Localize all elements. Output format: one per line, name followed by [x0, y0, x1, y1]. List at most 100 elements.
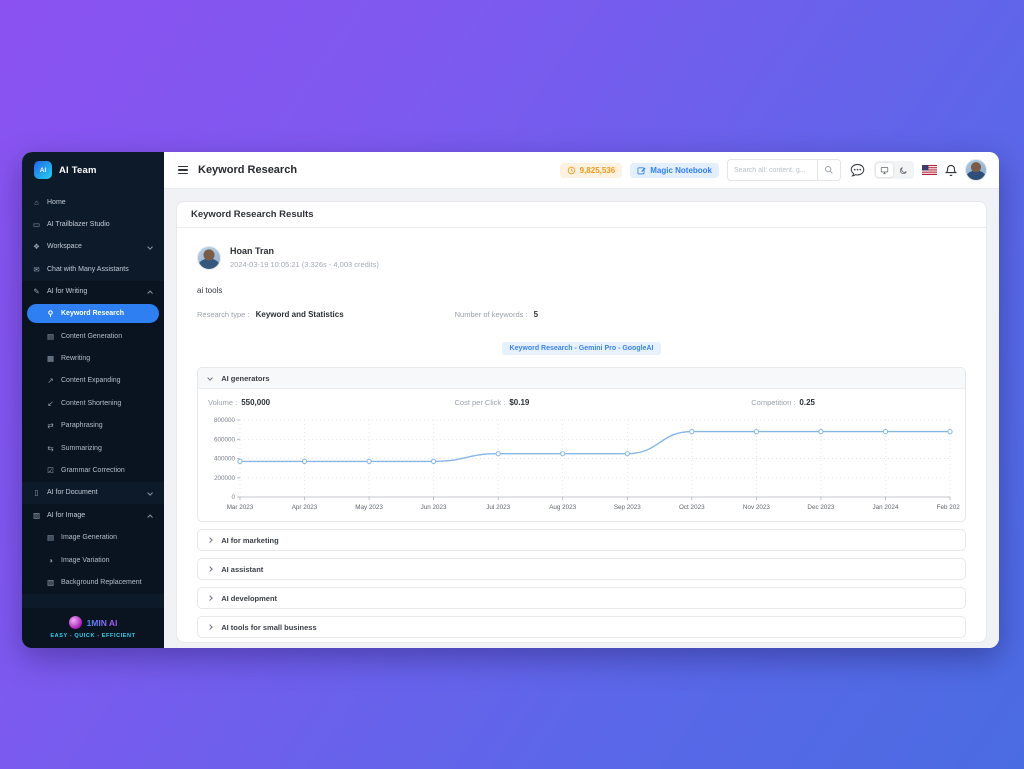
svg-text:Nov 2023: Nov 2023 [743, 504, 770, 511]
chevron-right-icon [207, 537, 213, 543]
sidebar-toggle-icon[interactable] [176, 164, 190, 176]
content-generation-icon: ▤ [46, 332, 55, 341]
workspace-icon: ❖ [32, 242, 41, 251]
magic-notebook-label: Magic Notebook [650, 166, 712, 175]
svg-text:Sep 2023: Sep 2023 [614, 504, 641, 511]
sidebar-item-label: Content Generation [61, 333, 122, 340]
research-meta-row: Research type : Keyword and Statistics N… [197, 310, 966, 319]
summarizing-icon: ⇆ [46, 444, 55, 453]
accordion-ai-for-marketing: AI for marketing [197, 529, 966, 551]
accordion-ai-assistant-header[interactable]: AI assistant [198, 559, 965, 579]
sidebar-footer: 1MIN AI EASY - QUICK - EFFICIENT [22, 608, 164, 648]
nav-group-writing: ✎AI for Writing⚲Keyword Research ▤ Content… [22, 281, 164, 482]
svg-text:Aug 2023: Aug 2023 [549, 504, 576, 511]
svg-text:Apr 2023: Apr 2023 [292, 504, 318, 511]
svg-text:Dec 2023: Dec 2023 [807, 504, 834, 511]
sidebar-item-image-generation[interactable]: ▤Image Generation [22, 526, 164, 548]
home-icon: ⌂ [32, 198, 41, 207]
model-badge[interactable]: Keyword Research - Gemini Pro - GoogleAI [502, 342, 662, 355]
sidebar-nav: ⌂Home▭AI Trailblazer Studio ❖ Workspace ✉ Ch… [22, 187, 164, 608]
accordion-ai-assistant: AI assistant [197, 558, 966, 580]
sidebar-item-ai-trailblazer-studio[interactable]: ▭AI Trailblazer Studio [22, 213, 164, 235]
sidebar-item-image-variation[interactable]: ◑Image Variation [22, 549, 164, 571]
search-input[interactable] [728, 167, 817, 174]
svg-text:Jan 2024: Jan 2024 [873, 504, 899, 511]
author-avatar [197, 246, 221, 270]
sidebar-item-label: Chat with Many Assistants [47, 266, 129, 273]
ai-for-writing-icon: ✎ [32, 287, 41, 296]
competition-label: Competition : [751, 398, 795, 407]
accordion-ai-generators-header[interactable]: AI generators [198, 368, 965, 389]
sidebar-item-workspace[interactable]: ❖ Workspace [22, 236, 164, 258]
results-card: Keyword Research Results Hoan Tran 2024-… [176, 201, 987, 643]
chevron-down-icon [147, 244, 153, 250]
chat-with-many-assistants-icon: ✉ [32, 265, 41, 274]
display-icon [880, 166, 889, 175]
sidebar-item-background-replacement[interactable]: ▧Background Replacement [22, 571, 164, 593]
sidebar-item-content-shortening[interactable]: ↙ Content Shortening [22, 392, 164, 414]
sidebar-item-label: Workspace [47, 243, 82, 250]
keyword-research-icon: ⚲ [46, 309, 55, 318]
ai-trailblazer-studio-icon: ▭ [32, 220, 41, 229]
sidebar-item-ai-for-document[interactable]: ▯AI for Document [22, 482, 164, 504]
sidebar-item-summarizing[interactable]: ⇆ Summarizing [22, 437, 164, 459]
sidebar-item-chat-with-many-assistants[interactable]: ✉ Chat with Many Assistants [22, 258, 164, 280]
sidebar-item-content-generation[interactable]: ▤ Content Generation [22, 325, 164, 347]
accordion-ai-tools-for-small-business: AI tools for small business [197, 616, 966, 638]
svg-text:Jul 2023: Jul 2023 [486, 504, 510, 511]
page-content: Keyword Research Results Hoan Tran 2024-… [164, 189, 999, 648]
light-mode-button[interactable] [876, 163, 893, 177]
cpc-label: Cost per Click : [455, 398, 506, 407]
ai-for-document-icon: ▯ [32, 488, 41, 497]
accordion-label: AI development [221, 594, 277, 603]
dark-mode-button[interactable] [895, 163, 912, 177]
support-chat-button[interactable] [849, 162, 866, 179]
accordion-label: AI generators [221, 374, 269, 383]
svg-text:Oct 2023: Oct 2023 [679, 504, 705, 511]
language-selector[interactable] [922, 165, 937, 175]
user-avatar[interactable] [965, 159, 987, 181]
credits-badge[interactable]: 9,825,536 [560, 163, 623, 178]
top-bar: Keyword Research 9,825,536 [164, 152, 999, 189]
app-logo-icon: AI [34, 161, 52, 179]
chevron-down-icon [207, 375, 213, 381]
competition-value: 0.25 [799, 398, 815, 407]
sidebar-item-label: Summarizing [61, 445, 102, 452]
1min-ai-wordmark: 1MIN AI [87, 618, 118, 628]
accordion-ai-development-header[interactable]: AI development [198, 588, 965, 608]
magic-notebook-button[interactable]: Magic Notebook [630, 163, 719, 178]
sidebar-item-label: Rewriting [61, 355, 90, 362]
footer-tagline: EASY - QUICK - EFFICIENT [22, 633, 164, 639]
svg-text:Mar 2023: Mar 2023 [227, 504, 254, 511]
sidebar-item-ai-for-image[interactable]: ▨AI for Image [22, 504, 164, 526]
sidebar-item-home[interactable]: ⌂Home [22, 191, 164, 213]
sidebar-item-grammar-correction[interactable]: ☑Grammar Correction [22, 459, 164, 481]
sidebar-item-label: Content Shortening [61, 400, 121, 407]
accordion-ai-generators: AI generators Volume : 550,000 [197, 367, 966, 522]
svg-text:400000: 400000 [214, 456, 236, 463]
sidebar-item-ai-for-writing[interactable]: ✎AI for Writing [22, 281, 164, 303]
accordion-label: AI tools for small business [221, 623, 316, 632]
notifications-button[interactable] [945, 164, 957, 177]
desktop-background: AI AI Team ⌂Home▭AI Trailblazer Studio❖W… [0, 0, 1024, 769]
sidebar-item-keyword-research[interactable]: ⚲Keyword Research [27, 304, 159, 323]
sidebar: AI AI Team ⌂Home▭AI Trailblazer Studio❖W… [22, 152, 164, 648]
sidebar-item-paraphrasing[interactable]: ⇄Paraphrasing [22, 415, 164, 437]
global-search [727, 159, 841, 181]
chevron-down-icon [147, 490, 153, 496]
accordion-ai-for-marketing-header[interactable]: AI for marketing [198, 530, 965, 550]
search-submit-button[interactable] [817, 160, 840, 180]
author-name: Hoan Tran [230, 246, 379, 256]
svg-text:Jun 2023: Jun 2023 [421, 504, 447, 511]
sidebar-item-rewriting[interactable]: ▦Rewriting [22, 347, 164, 369]
1min-ai-logo-icon [69, 616, 82, 629]
accordion-ai-tools-for-small-business-header[interactable]: AI tools for small business [198, 617, 965, 637]
content-shortening-icon: ↙ [46, 399, 55, 408]
image-variation-icon: ◑ [46, 556, 55, 565]
keyword-stats-row: Volume : 550,000 Cost per Click : $0.19 [208, 398, 955, 407]
accordion-label: AI for marketing [221, 536, 279, 545]
sidebar-item-content-expanding[interactable]: ↗Content Expanding [22, 370, 164, 392]
chevron-right-icon [207, 624, 213, 630]
cpc-value: $0.19 [509, 398, 529, 407]
background-replacement-icon: ▧ [46, 578, 55, 587]
